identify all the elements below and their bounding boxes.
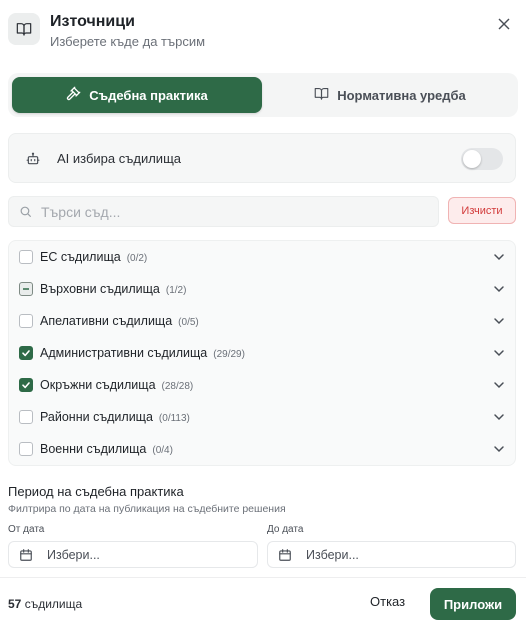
court-count: (29/29)	[213, 349, 245, 360]
apply-button[interactable]: Приложи	[430, 588, 516, 620]
dialog-title: Източници	[50, 13, 135, 30]
clear-button[interactable]: Изчисти	[448, 197, 516, 224]
selected-count: 57 съдилища	[8, 597, 83, 611]
court-label: Районни съдилища (0/113)	[40, 410, 190, 424]
court-label: Върховни съдилища (1/2)	[40, 282, 187, 296]
to-date-picker[interactable]: Избери...	[267, 541, 516, 568]
ai-select-label: AI избира съдилища	[57, 151, 181, 166]
court-row-eu[interactable]: ЕС съдилища (0/2)	[9, 241, 515, 273]
court-checkbox[interactable]	[19, 346, 33, 360]
court-row-appellate[interactable]: Апелативни съдилища (0/5)	[9, 305, 515, 337]
tab-case-law[interactable]: Съдебна практика	[12, 77, 262, 113]
court-label: Апелативни съдилища (0/5)	[40, 314, 199, 328]
calendar-icon	[278, 548, 292, 567]
court-row-district[interactable]: Окръжни съдилища (28/28)	[9, 369, 515, 401]
chevron-down-icon[interactable]	[493, 411, 505, 423]
court-count: (0/5)	[178, 317, 199, 328]
book-icon	[314, 86, 329, 104]
footer-divider	[0, 577, 526, 578]
from-date-picker[interactable]: Избери...	[8, 541, 258, 568]
close-icon[interactable]	[494, 14, 514, 34]
court-checkbox[interactable]	[19, 250, 33, 264]
tab-case-law-label: Съдебна практика	[89, 87, 208, 103]
court-checkbox[interactable]	[19, 282, 33, 296]
court-row-military[interactable]: Военни съдилища (0/4)	[9, 433, 515, 465]
check-icon	[22, 382, 30, 389]
court-search-box	[8, 196, 439, 227]
court-label: ЕС съдилища (0/2)	[40, 250, 148, 264]
search-icon	[19, 205, 32, 223]
robot-icon	[23, 149, 43, 169]
court-count: (0/4)	[152, 445, 173, 456]
minus-icon	[23, 288, 29, 290]
court-count: (1/2)	[165, 285, 187, 296]
from-date-label: От дата	[8, 524, 45, 535]
court-checkbox[interactable]	[19, 314, 33, 328]
toggle-knob	[463, 150, 481, 168]
to-date-value: Избери...	[306, 548, 359, 562]
dialog-subtitle: Изберете къде да търсим	[50, 34, 206, 49]
court-list: ЕС съдилища (0/2) Върховни съдилища (1/2) …	[8, 240, 516, 466]
court-checkbox[interactable]	[19, 410, 33, 424]
court-count: (0/113)	[158, 413, 190, 424]
gavel-icon	[66, 86, 81, 104]
dialog-header: Източници Изберете къде да търсим	[8, 10, 518, 50]
court-row-supreme[interactable]: Върховни съдилища (1/2)	[9, 273, 515, 305]
court-label: Военни съдилища (0/4)	[40, 442, 173, 456]
court-row-regional[interactable]: Районни съдилища (0/113)	[9, 401, 515, 433]
court-checkbox[interactable]	[19, 378, 33, 392]
cancel-button[interactable]: Отказ	[370, 594, 405, 609]
chevron-down-icon[interactable]	[493, 379, 505, 391]
chevron-down-icon[interactable]	[493, 251, 505, 263]
court-label: Административни съдилища (29/29)	[40, 346, 245, 360]
chevron-down-icon[interactable]	[493, 283, 505, 295]
tab-regulations[interactable]: Нормативна уредба	[266, 77, 514, 113]
ai-select-toggle[interactable]	[461, 148, 503, 170]
ai-select-card: AI избира съдилища	[8, 133, 516, 183]
chevron-down-icon[interactable]	[493, 315, 505, 327]
court-count: (0/2)	[126, 253, 148, 264]
court-label: Окръжни съдилища (28/28)	[40, 378, 194, 392]
court-row-administrative[interactable]: Административни съдилища (29/29)	[9, 337, 515, 369]
calendar-icon	[19, 548, 33, 567]
court-count: (28/28)	[161, 381, 194, 392]
period-description: Филтрира по дата на публикация на съдебн…	[8, 503, 286, 515]
period-title: Период на съдебна практика	[8, 484, 184, 499]
check-icon	[22, 350, 30, 357]
court-checkbox[interactable]	[19, 442, 33, 456]
from-date-value: Избери...	[47, 548, 100, 562]
court-search-input[interactable]	[41, 201, 421, 223]
to-date-label: До дата	[267, 524, 304, 535]
chevron-down-icon[interactable]	[493, 347, 505, 359]
tab-regulations-label: Нормативна уредба	[337, 87, 466, 103]
book-icon	[8, 13, 40, 45]
chevron-down-icon[interactable]	[493, 443, 505, 455]
source-tabs: Съдебна практика Нормативна уредба	[8, 73, 518, 117]
